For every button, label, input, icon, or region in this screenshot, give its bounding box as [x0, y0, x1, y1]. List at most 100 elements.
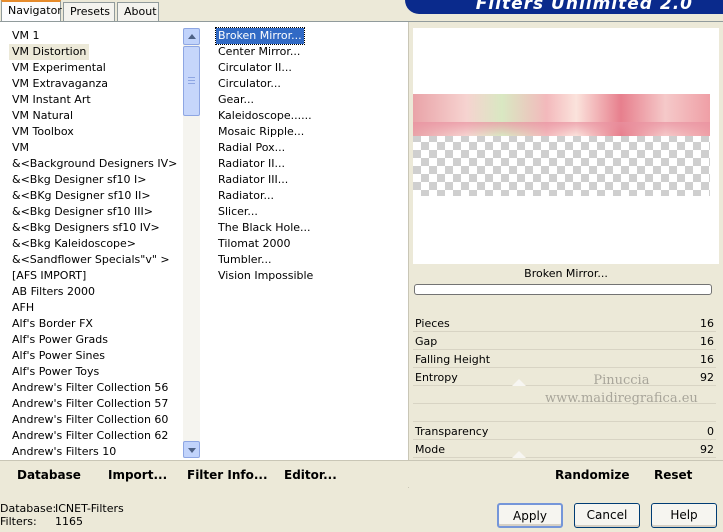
param-label: Mode [415, 443, 445, 456]
scroll-down-button[interactable] [183, 441, 200, 458]
category-item[interactable]: Andrew's Filter Collection 62 [9, 428, 171, 444]
tab-bar: Navigator Presets About Filters Unlimite… [0, 0, 723, 22]
category-item[interactable]: Andrew's Filters 10 [9, 444, 119, 460]
category-item[interactable]: &<Background Designers IV> [9, 156, 180, 172]
filter-item[interactable]: Tilomat 2000 [216, 236, 292, 252]
category-item[interactable]: &<Bkg Designer sf10 III> [9, 204, 156, 220]
filter-list[interactable]: Broken Mirror... Center Mirror... Circulat… [210, 27, 405, 480]
status-value: ICNET-Filters [55, 502, 124, 515]
filter-item[interactable]: Circulator II... [216, 60, 294, 76]
param-value: 0 [707, 425, 714, 438]
filter-item[interactable]: Center Mirror... [216, 44, 302, 60]
category-item[interactable]: VM Extravaganza [9, 76, 111, 92]
param-label: Falling Height [415, 353, 491, 366]
param-value: 92 [700, 443, 714, 456]
param-label: Gap [415, 335, 438, 348]
category-item[interactable]: VM [9, 140, 32, 156]
navigator-panel: VM 1 VM Distortion VM Experimental VM Extra… [0, 21, 723, 488]
category-item[interactable]: VM 1 [9, 28, 43, 44]
randomize-button[interactable]: Randomize [555, 468, 629, 482]
brand-title: Filters Unlimited 2.0 [475, 0, 693, 14]
category-item[interactable]: Andrew's Filter Collection 56 [9, 380, 171, 396]
filter-item[interactable]: Radial Pox... [216, 140, 287, 156]
category-item[interactable]: Alf's Power Sines [9, 348, 108, 364]
bottom-toolbar: Database Import... Filter Info... Editor… [0, 460, 723, 487]
category-item[interactable]: VM Natural [9, 108, 76, 124]
category-item[interactable]: VM Toolbox [9, 124, 77, 140]
chevron-down-icon [188, 448, 196, 453]
param-value: 92 [700, 371, 714, 384]
watermark-line1: Pinuccia [593, 373, 650, 388]
category-item[interactable]: &<BKg Designer sf10 II> [9, 188, 154, 204]
filter-item[interactable]: Kaleidoscope...... [216, 108, 314, 124]
filter-item[interactable]: Broken Mirror... [215, 27, 305, 45]
category-item[interactable]: &<Bkg Designer sf10 I> [9, 172, 150, 188]
current-filter-name: Broken Mirror... [524, 267, 608, 280]
filter-item[interactable]: Circulator... [216, 76, 283, 92]
tab-navigator[interactable]: Navigator [1, 0, 62, 21]
param-row-gap[interactable]: Gap 16 [413, 334, 716, 350]
category-item[interactable]: Alf's Power Grads [9, 332, 111, 348]
chevron-up-icon [188, 34, 196, 39]
param-value: 16 [700, 317, 714, 330]
filter-item[interactable]: Mosaic Ripple... [216, 124, 306, 140]
filter-item[interactable]: Radiator III... [216, 172, 290, 188]
category-item[interactable]: Andrew's Filter Collection 60 [9, 412, 171, 428]
reset-button[interactable]: Reset [654, 468, 692, 482]
filter-item[interactable]: Radiator II... [216, 156, 287, 172]
database-button[interactable]: Database [17, 468, 81, 482]
param-row-falling-height[interactable]: Falling Height 16 [413, 352, 716, 368]
category-scrollbar[interactable] [183, 28, 200, 458]
brand-banner: Filters Unlimited 2.0 [405, 0, 723, 14]
category-item[interactable]: Andrew's Filter Collection 57 [9, 396, 171, 412]
param-label: Entropy [415, 371, 458, 384]
status-filters: Filters: 1165 [0, 516, 200, 528]
status-label: Database: [0, 502, 57, 515]
category-item[interactable]: VM Instant Art [9, 92, 94, 108]
editor-button[interactable]: Editor... [284, 468, 337, 482]
help-button[interactable]: Help [651, 503, 717, 528]
status-database: Database: ICNET-Filters [0, 503, 200, 515]
category-item[interactable]: &<Bkg Designers sf10 IV> [9, 220, 163, 236]
category-list[interactable]: VM 1 VM Distortion VM Experimental VM Extra… [6, 28, 201, 480]
category-item[interactable]: VM Distortion [9, 44, 90, 60]
status-value: 1165 [55, 515, 83, 528]
slider-marker [512, 379, 526, 386]
category-item[interactable]: VM Experimental [9, 60, 109, 76]
category-item[interactable]: Alf's Power Toys [9, 364, 102, 380]
filter-item[interactable]: Slicer... [216, 204, 260, 220]
scroll-thumb[interactable] [183, 46, 200, 116]
cancel-button[interactable]: Cancel [574, 503, 640, 528]
apply-button[interactable]: Apply [497, 503, 563, 528]
param-label: Transparency [415, 425, 489, 438]
category-item[interactable]: [AFS IMPORT] [9, 268, 89, 284]
status-label: Filters: [0, 515, 37, 528]
filter-info-button[interactable]: Filter Info... [187, 468, 268, 482]
watermark: Pinuccia www.maidiregrafica.eu [545, 372, 698, 408]
category-item[interactable]: Alf's Border FX [9, 316, 96, 332]
param-value: 16 [700, 335, 714, 348]
category-item[interactable]: &<Sandflower Specials"v" > [9, 252, 173, 268]
progress-bar [414, 284, 712, 295]
param-row-mode[interactable]: Mode 92 [413, 442, 716, 458]
filter-item[interactable]: Radiator... [216, 188, 276, 204]
tab-about[interactable]: About [117, 2, 159, 21]
filter-item[interactable]: Tumbler... [216, 252, 274, 268]
filter-item[interactable]: Vision Impossible [216, 268, 315, 284]
param-row-empty [413, 406, 716, 422]
import-button[interactable]: Import... [108, 468, 167, 482]
param-value: 16 [700, 353, 714, 366]
param-row-transparency[interactable]: Transparency 0 [413, 424, 716, 440]
filter-item[interactable]: Gear... [216, 92, 256, 108]
preview-panel: Broken Mirror... Pieces 16 Gap 16 Falling … [408, 22, 723, 488]
category-item[interactable]: &<Bkg Kaleidoscope> [9, 236, 139, 252]
category-item[interactable]: AB Filters 2000 [9, 284, 98, 300]
filter-item[interactable]: The Black Hole... [216, 220, 313, 236]
category-item[interactable]: AFH [9, 300, 37, 316]
tab-presets[interactable]: Presets [63, 2, 115, 21]
slider-marker [512, 451, 526, 458]
scroll-up-button[interactable] [183, 28, 200, 45]
watermark-line2: www.maidiregrafica.eu [545, 391, 698, 406]
preview-window [413, 28, 719, 264]
param-row-pieces[interactable]: Pieces 16 [413, 316, 716, 332]
